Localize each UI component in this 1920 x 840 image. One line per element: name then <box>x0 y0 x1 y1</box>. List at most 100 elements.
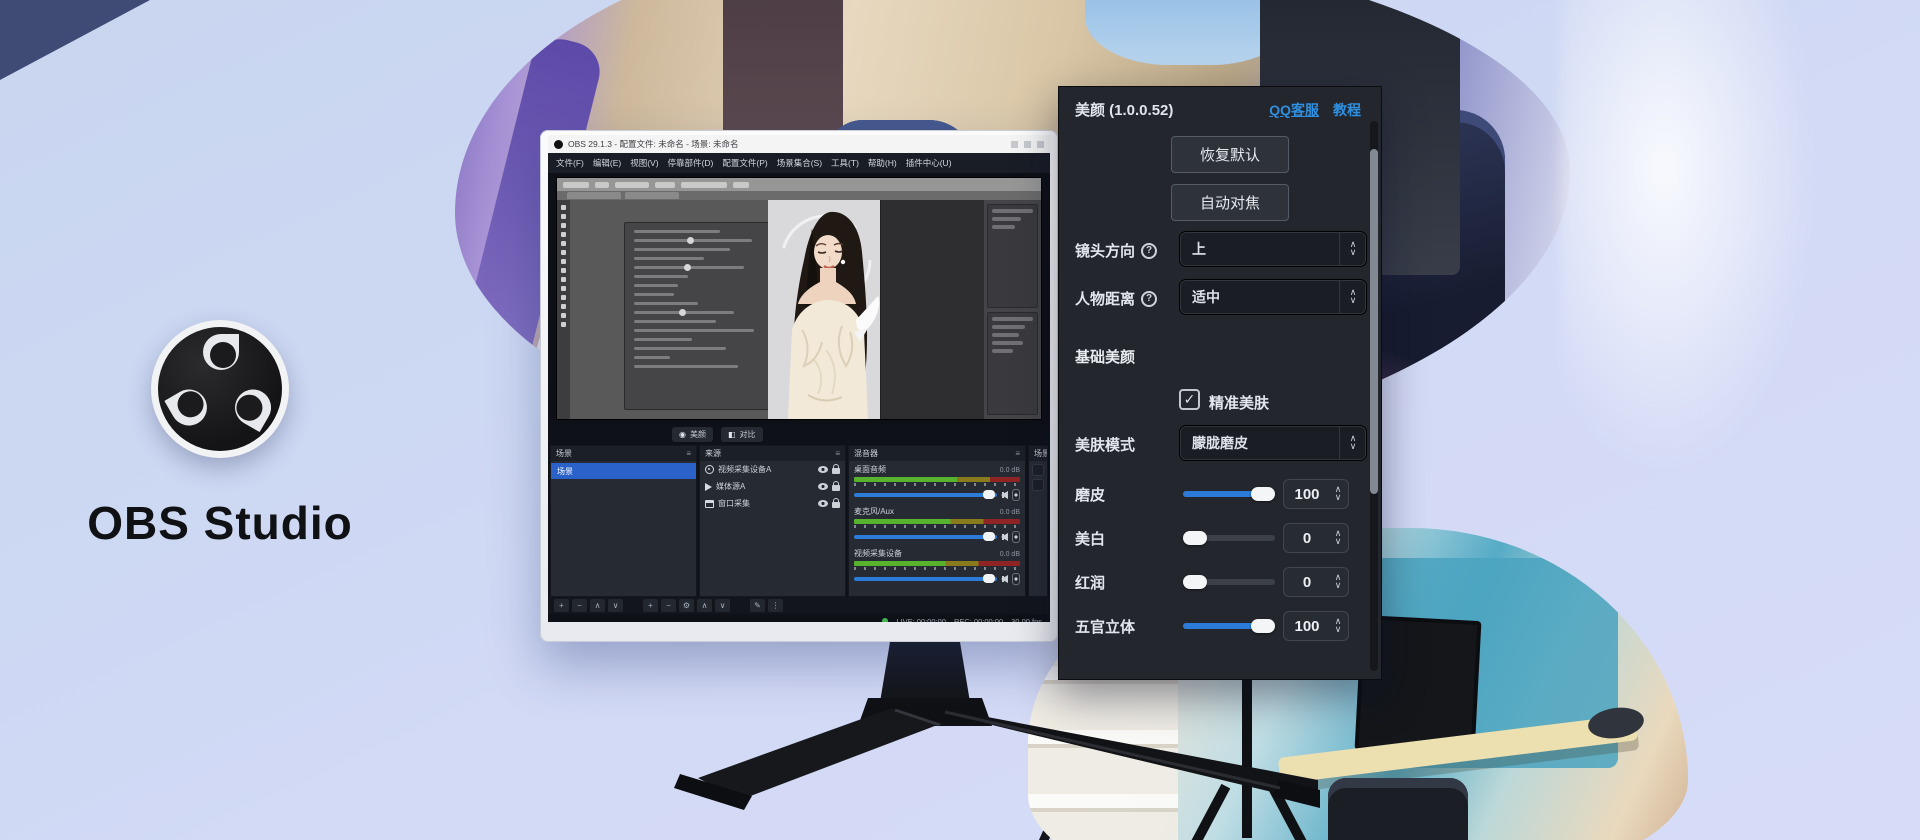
scrollbar-thumb[interactable] <box>1370 149 1378 494</box>
spinner-updown-icon[interactable]: ∧∨ <box>1330 618 1348 634</box>
beauty-link-1[interactable]: 教程 <box>1333 100 1361 120</box>
menu-item-0[interactable]: 文件(F) <box>556 157 584 169</box>
move-down-icon[interactable]: ∨ <box>608 599 623 612</box>
lock-icon[interactable] <box>832 485 840 491</box>
ps-tool-icon[interactable] <box>561 241 566 246</box>
ps-tool-icon[interactable] <box>561 277 566 282</box>
ps-tool-icon[interactable] <box>561 322 566 327</box>
remove-icon[interactable]: − <box>661 599 676 612</box>
menu-item-4[interactable]: 配置文件(P) <box>722 157 767 169</box>
ps-tool-icon[interactable] <box>561 295 566 300</box>
mixer-db-value: 0.0 dB <box>1000 509 1020 516</box>
ps-tool-icon[interactable] <box>561 223 566 228</box>
autofocus-button[interactable]: 自动对焦 <box>1171 184 1289 221</box>
visibility-eye-icon[interactable] <box>818 500 828 507</box>
ps-option-widget <box>615 182 649 188</box>
slider-track[interactable] <box>1183 535 1275 541</box>
add-icon[interactable]: + <box>643 599 658 612</box>
slider-thumb[interactable] <box>1183 575 1207 589</box>
spinner-updown-icon[interactable]: ∧∨ <box>1330 530 1348 546</box>
menu-item-3[interactable]: 停靠部件(D) <box>668 157 714 169</box>
spinner-updown-icon[interactable]: ∧∨ <box>1330 574 1348 590</box>
ps-tool-icon[interactable] <box>561 286 566 291</box>
ps-tool-icon[interactable] <box>561 205 566 210</box>
ps-tool-icon[interactable] <box>561 259 566 264</box>
ps-tool-icon[interactable] <box>561 214 566 219</box>
volume-slider-thumb[interactable] <box>983 532 995 541</box>
lock-icon[interactable] <box>832 468 840 474</box>
ps-tool-icon[interactable] <box>561 313 566 318</box>
preview-button-0[interactable]: ◉美颜 <box>672 427 713 442</box>
slider-thumb[interactable] <box>1251 619 1275 633</box>
chevron-updown-icon[interactable]: ∧∨ <box>1339 232 1366 266</box>
menu-item-6[interactable]: 工具(T) <box>831 157 859 169</box>
remove-icon[interactable]: − <box>572 599 587 612</box>
menu-item-5[interactable]: 场景集合(S) <box>777 157 822 169</box>
lock-icon[interactable] <box>832 502 840 508</box>
menu-item-7[interactable]: 帮助(H) <box>868 157 897 169</box>
camera-direction-dropdown[interactable]: 上 ∧∨ <box>1179 231 1367 267</box>
beauty-link-0[interactable]: QQ客服 <box>1269 100 1319 120</box>
dock-menu-icon[interactable]: ≡ <box>835 449 840 458</box>
visibility-eye-icon[interactable] <box>818 466 828 473</box>
slider-thumb[interactable] <box>1251 487 1275 501</box>
source-row[interactable]: 窗口采集 <box>700 495 845 512</box>
menu-item-1[interactable]: 编辑(E) <box>593 157 621 169</box>
slider-value-box[interactable]: 0∧∨ <box>1283 567 1349 597</box>
menu-item-8[interactable]: 插件中心(U) <box>906 157 952 169</box>
slider-thumb[interactable] <box>1183 531 1207 545</box>
preview-button-1[interactable]: ◧对比 <box>721 427 763 442</box>
volume-slider[interactable] <box>854 535 997 539</box>
ps-tool-icon[interactable] <box>561 304 566 309</box>
scene-list-item[interactable]: 场景 <box>551 463 696 479</box>
channel-options-icon[interactable] <box>1012 531 1020 543</box>
help-icon[interactable]: ? <box>1141 243 1157 259</box>
help-icon[interactable]: ? <box>1141 291 1157 307</box>
ps-tool-icon[interactable] <box>561 232 566 237</box>
volume-slider[interactable] <box>854 493 997 497</box>
menu-item-2[interactable]: 视图(V) <box>630 157 658 169</box>
slider-track[interactable] <box>1183 623 1275 629</box>
speaker-icon[interactable] <box>1001 491 1008 499</box>
ps-tool-icon[interactable] <box>561 268 566 273</box>
window-controls[interactable] <box>1011 141 1044 148</box>
volume-slider[interactable] <box>854 577 997 581</box>
channel-options-icon[interactable] <box>1012 573 1020 585</box>
speaker-icon[interactable] <box>1001 575 1008 583</box>
person-distance-dropdown[interactable]: 适中 ∧∨ <box>1179 279 1367 315</box>
move-up-icon[interactable]: ∧ <box>590 599 605 612</box>
volume-slider-thumb[interactable] <box>983 574 995 583</box>
dock-menu-icon[interactable]: ≡ <box>1015 449 1020 458</box>
slider-value-box[interactable]: 100∧∨ <box>1283 479 1349 509</box>
visibility-eye-icon[interactable] <box>818 483 828 490</box>
dock-menu-icon[interactable]: ≡ <box>686 449 691 458</box>
precise-skin-checkbox[interactable]: ✓ <box>1179 389 1200 410</box>
move-down-icon[interactable]: ∨ <box>715 599 730 612</box>
maximize-icon[interactable] <box>1024 141 1031 148</box>
ps-tool-icon[interactable] <box>561 250 566 255</box>
minimize-icon[interactable] <box>1011 141 1018 148</box>
transition-duration[interactable] <box>1032 479 1044 491</box>
restore-defaults-button[interactable]: 恢复默认 <box>1171 136 1289 173</box>
transition-dropdown[interactable] <box>1032 464 1044 476</box>
slider-value-box[interactable]: 0∧∨ <box>1283 523 1349 553</box>
move-up-icon[interactable]: ∧ <box>697 599 712 612</box>
skin-mode-dropdown[interactable]: 朦胧磨皮 ∧∨ <box>1179 425 1367 461</box>
more-icon[interactable]: ⋮ <box>768 599 783 612</box>
chevron-updown-icon[interactable]: ∧∨ <box>1339 426 1366 460</box>
edit-icon[interactable]: ✎ <box>750 599 765 612</box>
volume-slider-thumb[interactable] <box>983 490 995 499</box>
gear-icon[interactable]: ⚙ <box>679 599 694 612</box>
source-row[interactable]: 视频采集设备A <box>700 461 845 478</box>
channel-options-icon[interactable] <box>1012 489 1020 501</box>
chevron-updown-icon[interactable]: ∧∨ <box>1339 280 1366 314</box>
add-icon[interactable]: + <box>554 599 569 612</box>
slider-track[interactable] <box>1183 491 1275 497</box>
source-row[interactable]: 媒体源A <box>700 478 845 495</box>
slider-value-box[interactable]: 100∧∨ <box>1283 611 1349 641</box>
close-icon[interactable] <box>1037 141 1044 148</box>
camera-icon <box>705 465 714 474</box>
slider-track[interactable] <box>1183 579 1275 585</box>
spinner-updown-icon[interactable]: ∧∨ <box>1330 486 1348 502</box>
speaker-icon[interactable] <box>1001 533 1008 541</box>
